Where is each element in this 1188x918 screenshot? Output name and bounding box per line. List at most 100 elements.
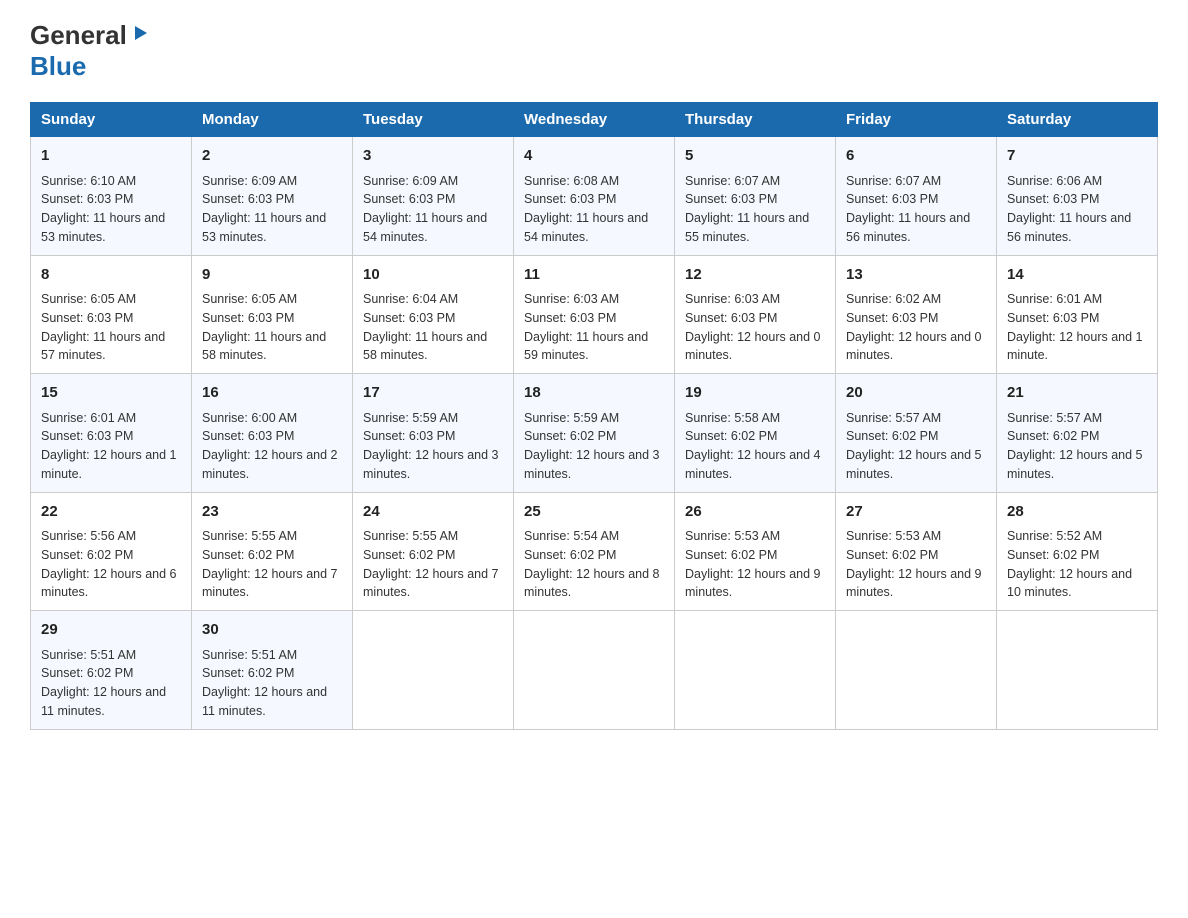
day-number: 18 bbox=[524, 382, 664, 405]
calendar-day-cell: 21Sunrise: 5:57 AMSunset: 6:02 PMDayligh… bbox=[997, 374, 1158, 493]
day-number: 19 bbox=[685, 382, 825, 405]
day-number: 30 bbox=[202, 619, 342, 642]
day-info: Sunrise: 6:03 AMSunset: 6:03 PMDaylight:… bbox=[524, 290, 664, 365]
day-info: Sunrise: 5:51 AMSunset: 6:02 PMDaylight:… bbox=[202, 646, 342, 721]
day-info: Sunrise: 5:53 AMSunset: 6:02 PMDaylight:… bbox=[846, 527, 986, 602]
day-number: 20 bbox=[846, 382, 986, 405]
day-number: 8 bbox=[41, 264, 181, 287]
day-number: 24 bbox=[363, 501, 503, 524]
calendar-day-cell: 17Sunrise: 5:59 AMSunset: 6:03 PMDayligh… bbox=[353, 374, 514, 493]
calendar-day-cell bbox=[353, 611, 514, 730]
calendar-day-cell: 6 Sunrise: 6:07 AMSunset: 6:03 PMDaylight… bbox=[836, 137, 997, 256]
day-info: Sunrise: 5:56 AMSunset: 6:02 PMDaylight:… bbox=[41, 527, 181, 602]
day-info: Sunrise: 6:00 AMSunset: 6:03 PMDaylight:… bbox=[202, 409, 342, 484]
day-info: Sunrise: 6:07 AMSunset: 6:03 PMDaylight:… bbox=[846, 172, 986, 247]
calendar-day-cell: 23 Sunrise: 5:55 AMSunset: 6:02 PMDayligh… bbox=[192, 492, 353, 611]
day-number: 1 bbox=[41, 145, 181, 168]
day-info: Sunrise: 5:57 AMSunset: 6:02 PMDaylight:… bbox=[846, 409, 986, 484]
calendar-day-cell: 15Sunrise: 6:01 AMSunset: 6:03 PMDayligh… bbox=[31, 374, 192, 493]
day-info: Sunrise: 5:52 AMSunset: 6:02 PMDaylight:… bbox=[1007, 527, 1147, 602]
day-number: 13 bbox=[846, 264, 986, 287]
day-of-week-header: Tuesday bbox=[353, 103, 514, 137]
day-info: Sunrise: 6:03 AMSunset: 6:03 PMDaylight:… bbox=[685, 290, 825, 365]
day-number: 25 bbox=[524, 501, 664, 524]
logo: General Blue bbox=[30, 20, 151, 82]
calendar-day-cell: 14Sunrise: 6:01 AMSunset: 6:03 PMDayligh… bbox=[997, 255, 1158, 374]
day-number: 3 bbox=[363, 145, 503, 168]
calendar-day-cell: 18 Sunrise: 5:59 AMSunset: 6:02 PMDayligh… bbox=[514, 374, 675, 493]
calendar-day-cell: 29 Sunrise: 5:51 AMSunset: 6:02 PMDayligh… bbox=[31, 611, 192, 730]
page-header: General Blue bbox=[30, 20, 1158, 82]
calendar-week-row: 8 Sunrise: 6:05 AMSunset: 6:03 PMDaylight… bbox=[31, 255, 1158, 374]
day-info: Sunrise: 5:59 AMSunset: 6:02 PMDaylight:… bbox=[524, 409, 664, 484]
day-of-week-header: Sunday bbox=[31, 103, 192, 137]
day-info: Sunrise: 6:05 AMSunset: 6:03 PMDaylight:… bbox=[202, 290, 342, 365]
day-number: 10 bbox=[363, 264, 503, 287]
calendar-day-cell: 11 Sunrise: 6:03 AMSunset: 6:03 PMDayligh… bbox=[514, 255, 675, 374]
calendar-week-row: 15Sunrise: 6:01 AMSunset: 6:03 PMDayligh… bbox=[31, 374, 1158, 493]
calendar-day-cell: 4 Sunrise: 6:08 AMSunset: 6:03 PMDaylight… bbox=[514, 137, 675, 256]
calendar-day-cell: 7Sunrise: 6:06 AMSunset: 6:03 PMDaylight… bbox=[997, 137, 1158, 256]
day-number: 16 bbox=[202, 382, 342, 405]
calendar-day-cell: 10 Sunrise: 6:04 AMSunset: 6:03 PMDayligh… bbox=[353, 255, 514, 374]
day-info: Sunrise: 5:51 AMSunset: 6:02 PMDaylight:… bbox=[41, 646, 181, 721]
day-info: Sunrise: 6:08 AMSunset: 6:03 PMDaylight:… bbox=[524, 172, 664, 247]
logo-general-text: General bbox=[30, 20, 127, 51]
calendar-day-cell: 28 Sunrise: 5:52 AMSunset: 6:02 PMDayligh… bbox=[997, 492, 1158, 611]
day-number: 6 bbox=[846, 145, 986, 168]
day-number: 29 bbox=[41, 619, 181, 642]
day-number: 5 bbox=[685, 145, 825, 168]
calendar-day-cell: 3Sunrise: 6:09 AMSunset: 6:03 PMDaylight… bbox=[353, 137, 514, 256]
day-of-week-header: Saturday bbox=[997, 103, 1158, 137]
calendar-day-cell: 16 Sunrise: 6:00 AMSunset: 6:03 PMDayligh… bbox=[192, 374, 353, 493]
calendar-header-row: SundayMondayTuesdayWednesdayThursdayFrid… bbox=[31, 103, 1158, 137]
day-number: 4 bbox=[524, 145, 664, 168]
day-of-week-header: Wednesday bbox=[514, 103, 675, 137]
day-info: Sunrise: 6:02 AMSunset: 6:03 PMDaylight:… bbox=[846, 290, 986, 365]
calendar-day-cell: 1 Sunrise: 6:10 AMSunset: 6:03 PMDaylight… bbox=[31, 137, 192, 256]
day-info: Sunrise: 5:55 AMSunset: 6:02 PMDaylight:… bbox=[202, 527, 342, 602]
day-info: Sunrise: 6:06 AMSunset: 6:03 PMDaylight:… bbox=[1007, 172, 1147, 247]
calendar-day-cell: 26 Sunrise: 5:53 AMSunset: 6:02 PMDayligh… bbox=[675, 492, 836, 611]
calendar-day-cell: 30 Sunrise: 5:51 AMSunset: 6:02 PMDayligh… bbox=[192, 611, 353, 730]
day-info: Sunrise: 6:10 AMSunset: 6:03 PMDaylight:… bbox=[41, 172, 181, 247]
day-number: 28 bbox=[1007, 501, 1147, 524]
calendar-day-cell: 8 Sunrise: 6:05 AMSunset: 6:03 PMDaylight… bbox=[31, 255, 192, 374]
calendar-day-cell: 19Sunrise: 5:58 AMSunset: 6:02 PMDayligh… bbox=[675, 374, 836, 493]
day-info: Sunrise: 6:05 AMSunset: 6:03 PMDaylight:… bbox=[41, 290, 181, 365]
calendar-day-cell bbox=[836, 611, 997, 730]
day-of-week-header: Monday bbox=[192, 103, 353, 137]
day-info: Sunrise: 6:07 AMSunset: 6:03 PMDaylight:… bbox=[685, 172, 825, 247]
day-of-week-header: Friday bbox=[836, 103, 997, 137]
day-info: Sunrise: 6:09 AMSunset: 6:03 PMDaylight:… bbox=[202, 172, 342, 247]
day-number: 15 bbox=[41, 382, 181, 405]
day-info: Sunrise: 5:53 AMSunset: 6:02 PMDaylight:… bbox=[685, 527, 825, 602]
day-of-week-header: Thursday bbox=[675, 103, 836, 137]
calendar-day-cell: 9 Sunrise: 6:05 AMSunset: 6:03 PMDaylight… bbox=[192, 255, 353, 374]
day-number: 9 bbox=[202, 264, 342, 287]
calendar-day-cell: 27Sunrise: 5:53 AMSunset: 6:02 PMDayligh… bbox=[836, 492, 997, 611]
calendar-week-row: 22 Sunrise: 5:56 AMSunset: 6:02 PMDayligh… bbox=[31, 492, 1158, 611]
day-number: 22 bbox=[41, 501, 181, 524]
day-info: Sunrise: 5:57 AMSunset: 6:02 PMDaylight:… bbox=[1007, 409, 1147, 484]
day-number: 26 bbox=[685, 501, 825, 524]
calendar-day-cell: 24 Sunrise: 5:55 AMSunset: 6:02 PMDayligh… bbox=[353, 492, 514, 611]
calendar-day-cell: 25Sunrise: 5:54 AMSunset: 6:02 PMDayligh… bbox=[514, 492, 675, 611]
calendar-day-cell: 22 Sunrise: 5:56 AMSunset: 6:02 PMDayligh… bbox=[31, 492, 192, 611]
calendar-day-cell: 12Sunrise: 6:03 AMSunset: 6:03 PMDayligh… bbox=[675, 255, 836, 374]
calendar-week-row: 29 Sunrise: 5:51 AMSunset: 6:02 PMDayligh… bbox=[31, 611, 1158, 730]
day-info: Sunrise: 5:55 AMSunset: 6:02 PMDaylight:… bbox=[363, 527, 503, 602]
day-number: 23 bbox=[202, 501, 342, 524]
calendar-day-cell: 13 Sunrise: 6:02 AMSunset: 6:03 PMDayligh… bbox=[836, 255, 997, 374]
calendar-day-cell bbox=[675, 611, 836, 730]
calendar-day-cell: 2 Sunrise: 6:09 AMSunset: 6:03 PMDaylight… bbox=[192, 137, 353, 256]
day-number: 11 bbox=[524, 264, 664, 287]
day-number: 2 bbox=[202, 145, 342, 168]
logo-arrow-icon bbox=[129, 22, 151, 49]
calendar-day-cell bbox=[514, 611, 675, 730]
day-info: Sunrise: 6:04 AMSunset: 6:03 PMDaylight:… bbox=[363, 290, 503, 365]
logo-blue-text: Blue bbox=[30, 51, 86, 82]
day-number: 17 bbox=[363, 382, 503, 405]
calendar-day-cell: 5 Sunrise: 6:07 AMSunset: 6:03 PMDaylight… bbox=[675, 137, 836, 256]
calendar-day-cell: 20 Sunrise: 5:57 AMSunset: 6:02 PMDayligh… bbox=[836, 374, 997, 493]
